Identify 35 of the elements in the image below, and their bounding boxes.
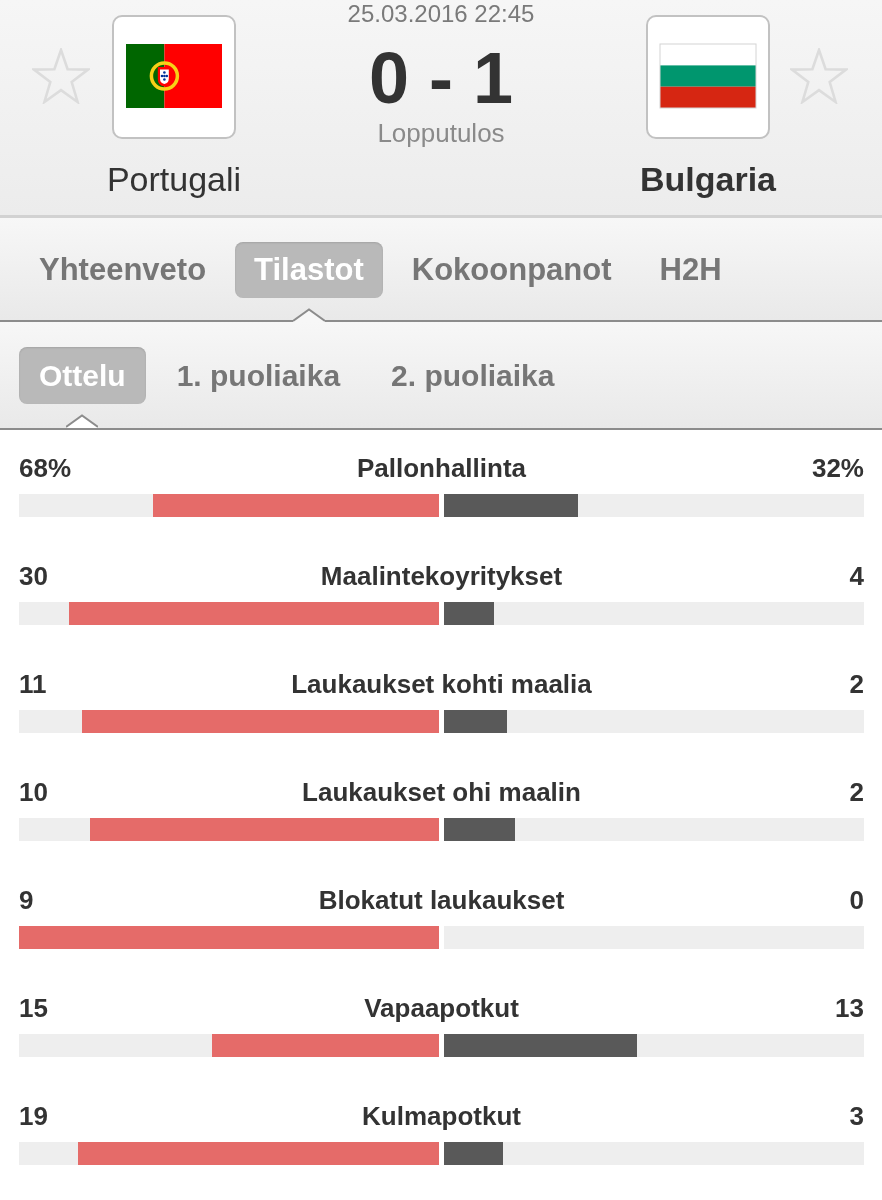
tab[interactable]: Yhteenveto	[20, 242, 226, 298]
stat-away-value: 13	[835, 994, 864, 1022]
stat-away-value: 2	[849, 670, 864, 698]
stat-label: Pallonhallinta	[357, 454, 526, 482]
team-name: Portugali	[106, 159, 242, 199]
match-datetime: 25.03.2016 22:45	[347, 0, 535, 28]
tab[interactable]: Kokoonpanot	[392, 242, 631, 298]
stat-label: Maalintekoyritykset	[320, 562, 563, 590]
stat-away-value: 3	[849, 1102, 864, 1130]
subtab[interactable]: 1. puoliaika	[156, 347, 361, 404]
stat-home-value: 10	[19, 778, 48, 806]
stat-away-value: 32%	[811, 454, 864, 482]
stat-label: Blokatut laukaukset	[318, 886, 565, 914]
favorite-star-icon[interactable]	[790, 48, 848, 104]
subtab[interactable]: 2. puoliaika	[371, 347, 575, 404]
stat-away-value: 2	[849, 778, 864, 806]
match-score: 0 - 1	[368, 38, 514, 118]
flag-icon	[646, 15, 770, 139]
stat-label: Laukaukset ohi maalin	[302, 778, 581, 806]
stat-home-value: 9	[19, 886, 34, 914]
team-name: Bulgaria	[639, 159, 776, 199]
stat-home-value: 15	[19, 994, 48, 1022]
tab[interactable]: H2H	[640, 242, 741, 298]
stat-home-value: 11	[19, 670, 47, 698]
favorite-star-icon[interactable]	[32, 48, 90, 104]
stat-label: Vapaapotkut	[364, 994, 519, 1022]
stat-away-value: 4	[849, 562, 864, 590]
stat-label: Kulmapotkut	[362, 1102, 521, 1130]
match-status: Lopputulos	[377, 119, 505, 147]
flag-icon	[112, 15, 236, 139]
stat-home-value: 68%	[19, 454, 72, 482]
stat-away-value: 0	[849, 886, 864, 914]
stat-home-value: 30	[19, 562, 48, 590]
stat-label: Laukaukset kohti maalia	[291, 670, 592, 698]
stat-home-value: 19	[19, 1102, 48, 1130]
